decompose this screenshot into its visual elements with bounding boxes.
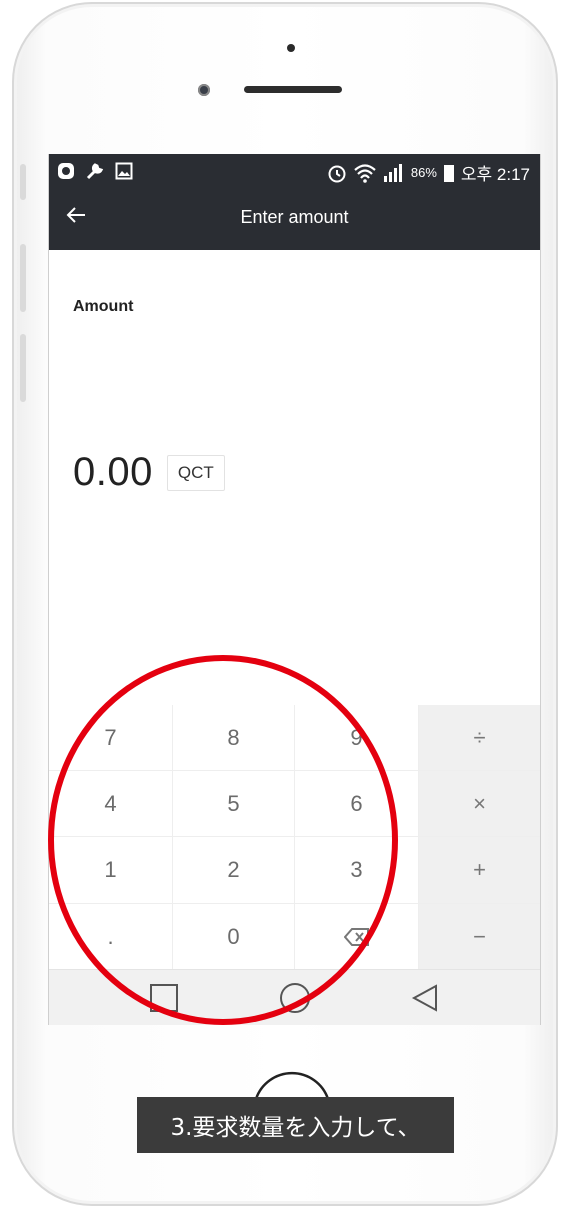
currency-unit-button[interactable]: QCT — [166, 454, 225, 491]
key-plus[interactable]: + — [419, 837, 540, 904]
key-8[interactable]: 8 — [173, 705, 295, 771]
key-backspace[interactable] — [295, 904, 419, 970]
numeric-keypad: 7 8 9 ÷ 4 5 6 × 1 2 3 + . 0 − — [49, 705, 540, 970]
amount-display: 0.00 QCT — [73, 450, 225, 495]
volume-up-button — [20, 244, 26, 312]
proximity-sensor — [287, 44, 295, 52]
clock: 오후 2:17 — [460, 165, 530, 184]
key-multiply[interactable]: × — [419, 771, 540, 837]
key-minus[interactable]: − — [419, 904, 540, 970]
mute-switch — [20, 164, 26, 200]
volume-down-button — [20, 334, 26, 402]
app-icon — [58, 163, 74, 179]
key-2[interactable]: 2 — [173, 837, 295, 904]
amount-value: 0.00 — [73, 450, 153, 494]
battery-percent: 86% — [410, 165, 437, 180]
amount-label: Amount — [73, 298, 134, 315]
earpiece-speaker — [244, 86, 342, 93]
alarm-icon — [328, 165, 346, 182]
backspace-icon — [343, 927, 369, 946]
key-4[interactable]: 4 — [49, 771, 173, 837]
circle-icon — [280, 983, 310, 1013]
key-divide[interactable]: ÷ — [419, 705, 540, 771]
front-camera — [198, 84, 210, 96]
home-button[interactable] — [277, 980, 313, 1016]
recent-apps-button[interactable] — [146, 980, 182, 1016]
signal-icon — [383, 163, 402, 182]
instruction-caption: 3.要求数量を入力して、 — [137, 1097, 454, 1153]
wrench-icon — [86, 163, 104, 180]
status-bar: 86% 오후 2:17 — [49, 154, 540, 190]
triangle-left-icon — [411, 984, 437, 1012]
key-9[interactable]: 9 — [295, 705, 419, 771]
battery-icon — [443, 164, 454, 182]
system-nav-bar — [49, 969, 540, 1025]
page-title: Enter amount — [240, 207, 349, 227]
wifi-icon — [354, 163, 376, 183]
image-icon — [115, 162, 133, 180]
app-bar: Enter amount — [49, 190, 540, 250]
key-0[interactable]: 0 — [173, 904, 295, 970]
key-5[interactable]: 5 — [173, 771, 295, 837]
back-button[interactable] — [407, 980, 443, 1016]
key-3[interactable]: 3 — [295, 837, 419, 904]
key-1[interactable]: 1 — [49, 837, 173, 904]
phone-screen: 86% 오후 2:17 Enter amount Amount 0.00 QCT… — [48, 154, 541, 1025]
key-7[interactable]: 7 — [49, 705, 173, 771]
square-icon — [150, 984, 178, 1012]
key-decimal[interactable]: . — [49, 904, 173, 970]
key-6[interactable]: 6 — [295, 771, 419, 837]
